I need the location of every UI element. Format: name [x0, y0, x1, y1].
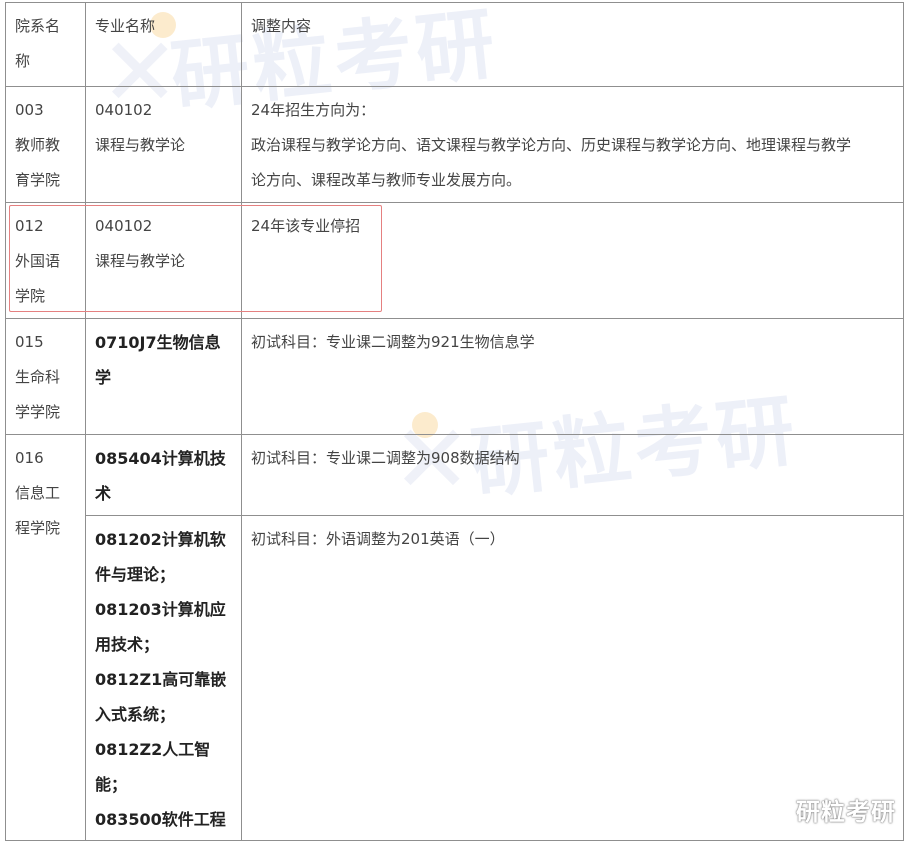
header-content: 调整内容 [251, 17, 312, 35]
table-row-content: 初试科目：专业课二调整为921生物信息学 [251, 333, 535, 351]
adjustment-table: 院系名称 专业名称 调整内容 003 教师教 育学院 040102 课程与教学论 24… [0, 0, 910, 845]
table-row-dept: 016 信息工 程学院 [15, 449, 61, 537]
table-row-content: 初试科目：外语调整为201英语（一） [251, 530, 505, 548]
table-row-content: 24年招生方向为： 政治课程与教学论方向、语文课程与教学论方向、历史课程与教学论方… [251, 101, 852, 189]
header-major: 专业名称 [95, 17, 156, 35]
table-row-dept: 015 生命科 学学院 [15, 333, 61, 421]
table-row-content: 24年该专业停招 [251, 217, 361, 235]
table-row-major: 040102 课程与教学论 [95, 101, 186, 154]
table-row-major: 085404计算机技术 [95, 449, 226, 503]
table-row-dept: 012 外国语 学院 [15, 217, 61, 305]
watermark-corner-text: 研粒考研 [796, 798, 896, 826]
table-row-major: 081202计算机软 件与理论； 081203计算机应 用技术； 0812Z1高可靠… [95, 530, 227, 829]
table-row-dept: 003 教师教 育学院 [15, 101, 61, 189]
table-row-content: 初试科目：专业课二调整为908数据结构 [251, 449, 520, 467]
header-dept: 院系名称 [15, 17, 61, 70]
table-row-major: 0710J7生物信息学 [95, 333, 221, 387]
table-row-major: 040102 课程与教学论 [95, 217, 186, 270]
